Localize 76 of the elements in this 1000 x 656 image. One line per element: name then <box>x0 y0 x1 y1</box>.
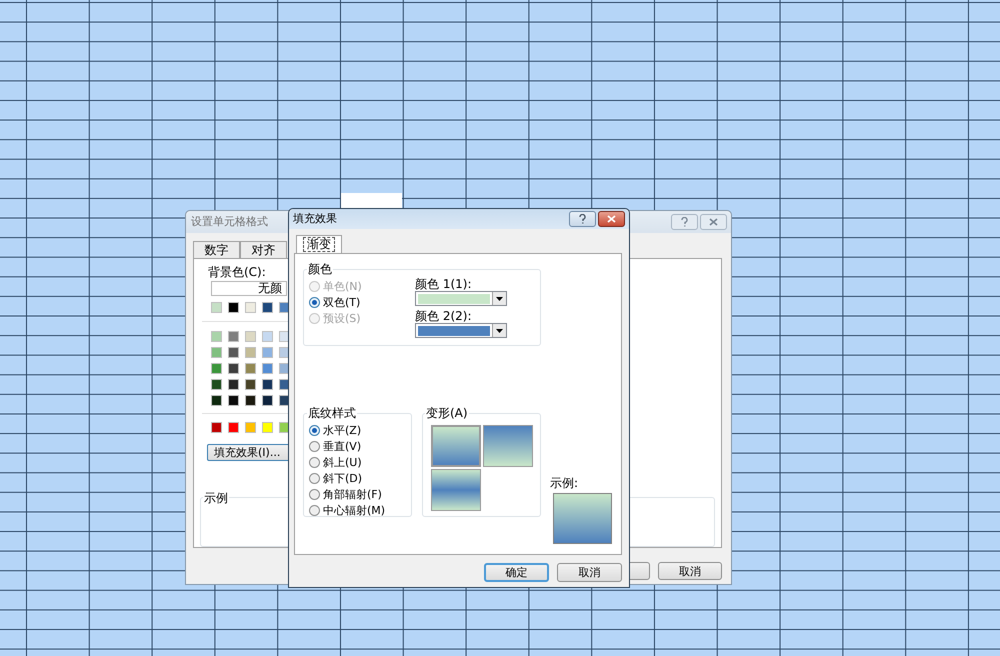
color-swatch[interactable] <box>228 422 239 433</box>
color-swatch[interactable] <box>228 379 239 390</box>
window-title: 填充效果 <box>293 210 337 227</box>
help-button[interactable] <box>671 214 698 230</box>
color-swatch[interactable] <box>262 422 273 433</box>
color-swatch[interactable] <box>245 347 256 358</box>
radio-label: 垂直(V) <box>323 440 362 452</box>
color-swatch[interactable] <box>228 302 239 313</box>
radio-button[interactable] <box>309 472 320 484</box>
color-swatch[interactable] <box>262 363 273 374</box>
color-swatch[interactable] <box>262 379 273 390</box>
group-title: 底纹样式 <box>307 405 357 422</box>
group-title: 颜色 <box>307 261 333 278</box>
color-field[interactable]: 无颜 <box>211 281 287 296</box>
color-swatch[interactable] <box>262 395 273 406</box>
color-swatch[interactable] <box>228 331 239 342</box>
color-swatch[interactable] <box>211 331 222 342</box>
group-title: 示例 <box>203 490 229 507</box>
close-button[interactable] <box>598 211 625 227</box>
color-dropdown[interactable] <box>415 291 507 306</box>
gradient-variant[interactable] <box>431 425 481 467</box>
gradient-preview <box>553 493 612 544</box>
tab[interactable]: 渐变 <box>296 235 342 253</box>
gradient-variant[interactable] <box>483 425 533 467</box>
radio-label: 角部辐射(F) <box>323 488 382 500</box>
color-swatch[interactable] <box>211 347 222 358</box>
gradient-variant[interactable] <box>431 469 481 511</box>
color-swatch[interactable] <box>245 302 256 313</box>
color-swatch[interactable] <box>245 331 256 342</box>
color-swatch[interactable] <box>211 302 222 313</box>
field-label: 颜色 2(2): <box>415 309 472 323</box>
caret-icon <box>496 296 503 300</box>
radio-label: 单色(N) <box>323 280 362 292</box>
color-swatch[interactable] <box>262 347 273 358</box>
radio-label: 中心辐射(M) <box>323 504 386 516</box>
color-swatch[interactable] <box>245 422 256 433</box>
help-button[interactable] <box>569 211 596 227</box>
radio-button[interactable] <box>309 504 320 516</box>
tab[interactable]: 数字 <box>193 241 240 258</box>
help-icon <box>681 217 688 227</box>
radio-button[interactable] <box>309 296 320 308</box>
color-swatch[interactable] <box>228 395 239 406</box>
cancel-button[interactable]: 取消 <box>557 563 622 582</box>
radio-button[interactable] <box>309 424 320 436</box>
color-swatch[interactable] <box>245 395 256 406</box>
sample-label: 示例: <box>550 476 580 490</box>
help-icon <box>579 214 586 224</box>
caret-icon <box>496 328 503 332</box>
color-swatch[interactable] <box>262 331 273 342</box>
close-icon <box>607 215 616 223</box>
color-swatch[interactable] <box>228 347 239 358</box>
field-label: 颜色 1(1): <box>415 277 472 291</box>
color-dropdown[interactable] <box>415 323 507 338</box>
radio-button[interactable] <box>309 456 320 468</box>
window-title: 设置单元格格式 <box>191 214 268 230</box>
radio-label: 预设(S) <box>323 312 361 324</box>
color-swatch[interactable] <box>211 395 222 406</box>
color-swatch[interactable] <box>211 363 222 374</box>
radio-label: 斜下(D) <box>323 472 362 484</box>
color-swatch[interactable] <box>228 363 239 374</box>
cancel-button[interactable]: 取消 <box>658 562 722 580</box>
group-title: 变形(A) <box>425 405 469 422</box>
tab[interactable]: 对齐 <box>240 241 287 258</box>
color-swatch[interactable] <box>262 302 273 313</box>
radio-label: 水平(Z) <box>323 424 362 436</box>
color-swatch[interactable] <box>211 379 222 390</box>
close-icon <box>709 218 718 226</box>
field-label: 背景色(C): <box>208 265 266 279</box>
color-swatch[interactable] <box>245 379 256 390</box>
radio-button[interactable] <box>309 488 320 500</box>
color-swatch[interactable] <box>245 363 256 374</box>
radio-label: 斜上(U) <box>323 456 362 468</box>
ok-button[interactable]: 确定 <box>484 563 549 582</box>
color-swatch[interactable] <box>211 422 222 433</box>
radio-label: 双色(T) <box>323 296 360 308</box>
radio-button[interactable] <box>309 440 320 452</box>
